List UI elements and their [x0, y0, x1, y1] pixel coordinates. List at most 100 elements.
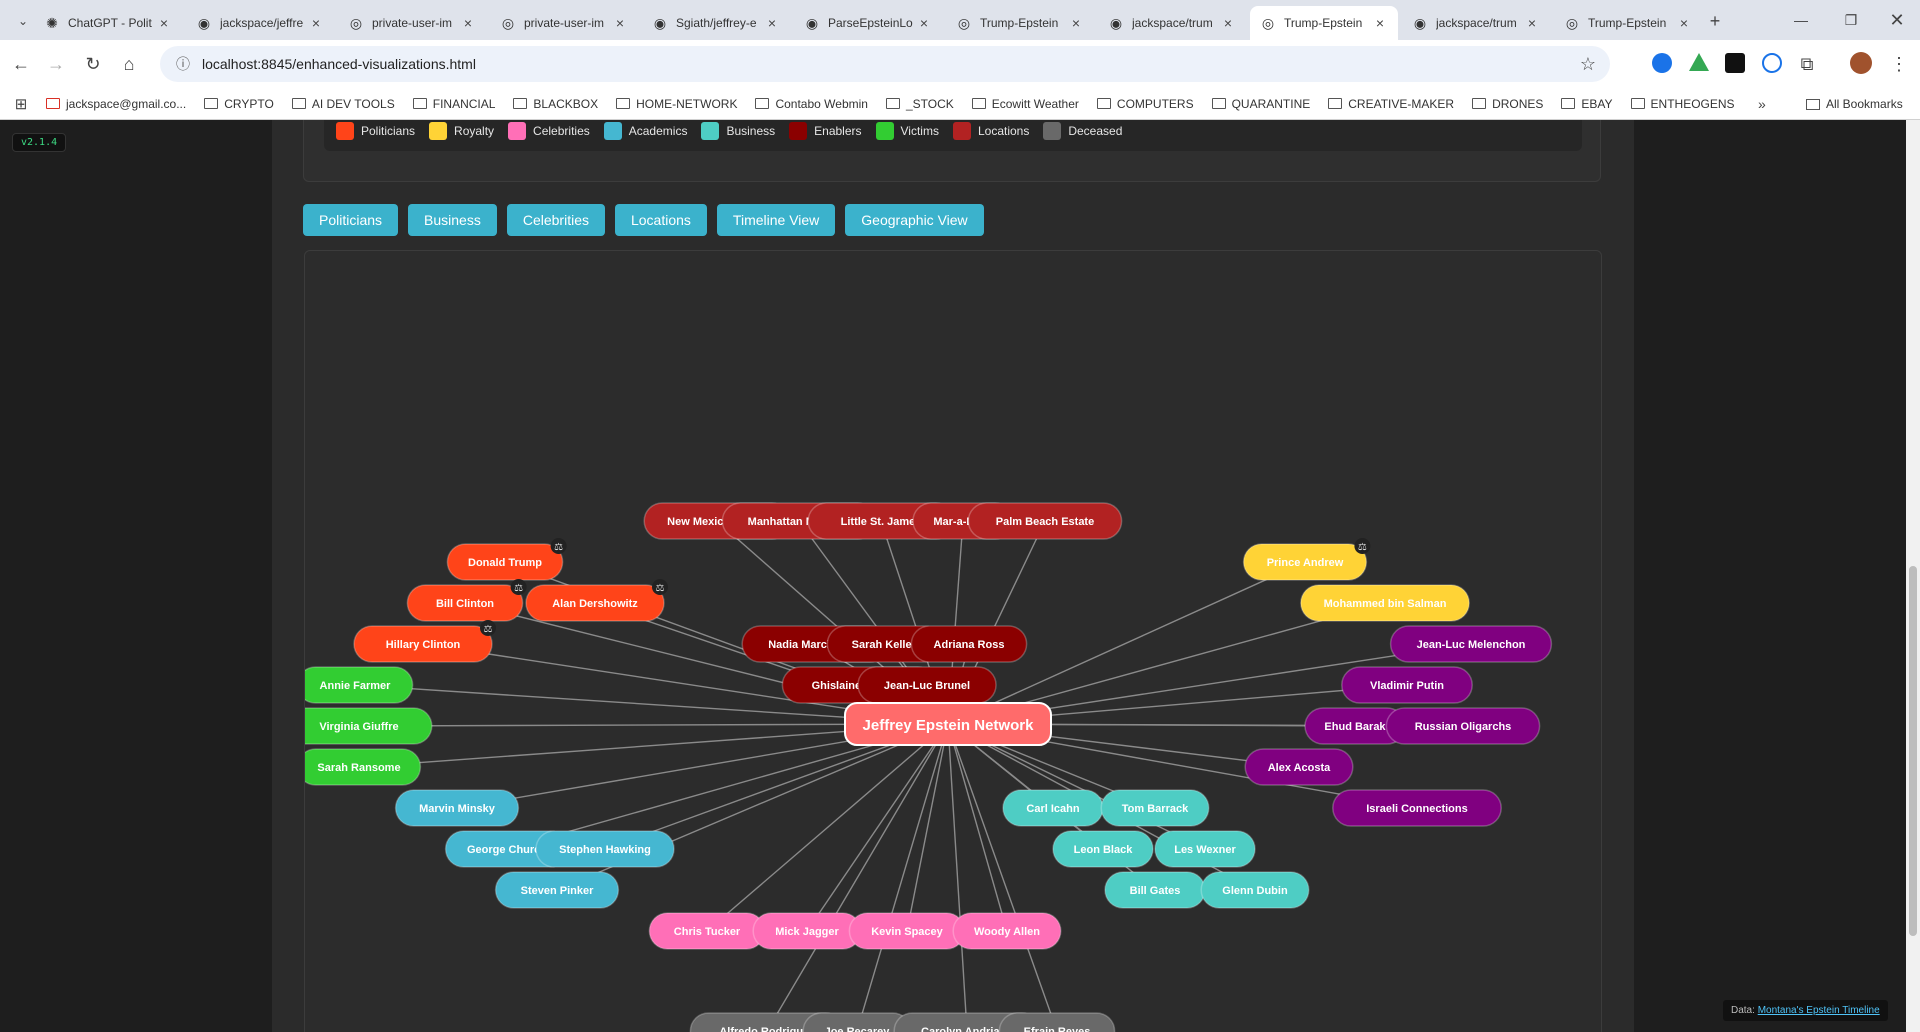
reload-icon[interactable]: ↻: [76, 47, 110, 81]
profile-avatar[interactable]: [1850, 52, 1872, 74]
browser-tab[interactable]: ◎ private-user-im ×: [490, 6, 638, 40]
forward-icon[interactable]: →: [39, 47, 73, 81]
close-tab-icon[interactable]: ×: [916, 15, 932, 31]
extension-icon-1[interactable]: [1652, 53, 1672, 73]
browser-tab[interactable]: ✺ ChatGPT - Polit ×: [34, 6, 182, 40]
network-node[interactable]: Chris Tucker: [648, 912, 766, 950]
network-node[interactable]: Mick Jagger: [752, 912, 862, 950]
browser-tab[interactable]: ◉ jackspace/jeffre ×: [186, 6, 334, 40]
network-visualization[interactable]: New Mexico Ranch Manhattan Mansion Little …: [304, 250, 1602, 1032]
network-node[interactable]: Hillary Clinton ⚖: [353, 620, 496, 663]
restore-icon[interactable]: ❐: [1834, 3, 1868, 37]
center-node[interactable]: Jeffrey Epstein Network: [844, 702, 1052, 746]
drive-extension-icon[interactable]: [1689, 53, 1709, 71]
network-node[interactable]: Tom Barrack: [1100, 789, 1210, 827]
home-icon[interactable]: ⌂: [112, 47, 146, 81]
bookmark-item[interactable]: QUARANTINE: [1211, 97, 1310, 111]
network-node[interactable]: Efrain Reyes: [998, 1012, 1116, 1032]
network-node[interactable]: Palm Beach Estate: [967, 502, 1123, 540]
bookmark-item[interactable]: ENTHEOGENS: [1630, 97, 1735, 111]
browser-tab[interactable]: ◉ Sgiath/jeffrey-e ×: [642, 6, 790, 40]
filter-button-timeline-view[interactable]: Timeline View: [716, 204, 836, 236]
network-node[interactable]: Woody Allen: [952, 912, 1062, 950]
network-node[interactable]: Donald Trump ⚖: [446, 538, 567, 581]
network-node[interactable]: Alan Dershowitz ⚖: [525, 579, 668, 622]
close-tab-icon[interactable]: ×: [1676, 15, 1692, 31]
network-node[interactable]: Marvin Minsky: [394, 789, 520, 827]
network-node[interactable]: Alex Acosta: [1244, 748, 1354, 786]
apps-grid-icon[interactable]: ⊞: [4, 87, 38, 121]
close-window-icon[interactable]: ✕: [1880, 3, 1914, 37]
bookmark-item[interactable]: CREATIVE-MAKER: [1328, 97, 1454, 111]
network-node[interactable]: Kevin Spacey: [848, 912, 966, 950]
network-node[interactable]: Stephen Hawking: [535, 830, 675, 868]
close-tab-icon[interactable]: ×: [156, 15, 172, 31]
network-node[interactable]: Vladimir Putin: [1341, 666, 1473, 704]
filter-button-business[interactable]: Business: [408, 204, 497, 236]
close-tab-icon[interactable]: ×: [1068, 15, 1084, 31]
bookmark-item[interactable]: _STOCK: [885, 97, 954, 111]
bookmark-item[interactable]: Ecowitt Weather: [971, 97, 1079, 111]
minimize-icon[interactable]: —: [1784, 3, 1818, 37]
network-node[interactable]: Sarah Ransome: [305, 748, 422, 786]
filter-button-geographic-view[interactable]: Geographic View: [845, 204, 984, 236]
extension-icon-4[interactable]: [1762, 53, 1782, 73]
bookmark-item[interactable]: jackspace@gmail.co...: [46, 97, 186, 111]
bookmarks-overflow-icon[interactable]: »: [1758, 96, 1766, 112]
address-bar[interactable]: ⓘ localhost:8845/enhanced-visualizations…: [160, 46, 1610, 82]
network-node[interactable]: Jean-Luc Melenchon: [1389, 625, 1553, 663]
close-tab-icon[interactable]: ×: [460, 15, 476, 31]
browser-tab[interactable]: ◎ private-user-im ×: [338, 6, 486, 40]
bookmark-item[interactable]: BLACKBOX: [513, 97, 598, 111]
page-scrollbar[interactable]: [1906, 120, 1920, 1032]
close-tab-icon[interactable]: ×: [1372, 15, 1388, 31]
network-node[interactable]: Steven Pinker: [494, 871, 620, 909]
browser-tab[interactable]: ◎ Trump-Epstein ×: [1250, 6, 1398, 40]
filter-button-celebrities[interactable]: Celebrities: [506, 204, 605, 236]
filter-button-locations[interactable]: Locations: [614, 204, 707, 236]
network-node[interactable]: Bill Gates: [1104, 871, 1206, 909]
close-tab-icon[interactable]: ×: [1220, 15, 1236, 31]
new-tab-icon[interactable]: +: [1698, 4, 1732, 38]
network-node[interactable]: Glenn Dubin: [1200, 871, 1310, 909]
bookmark-item[interactable]: HOME-NETWORK: [616, 97, 737, 111]
close-tab-icon[interactable]: ×: [612, 15, 628, 31]
close-tab-icon[interactable]: ×: [1524, 15, 1540, 31]
network-node[interactable]: Prince Andrew ⚖: [1242, 538, 1371, 581]
network-node[interactable]: Adriana Ross: [910, 625, 1028, 663]
browser-tab[interactable]: ◉ jackspace/trum ×: [1402, 6, 1550, 40]
network-node[interactable]: Bill Clinton ⚖: [406, 579, 527, 622]
bookmark-item[interactable]: EBAY: [1561, 97, 1613, 111]
data-source-link[interactable]: Montana's Epstein Timeline: [1758, 1005, 1880, 1016]
close-tab-icon[interactable]: ×: [764, 15, 780, 31]
extensions-puzzle-icon[interactable]: ⧉: [1790, 47, 1824, 81]
network-node[interactable]: Annie Farmer: [305, 666, 414, 704]
menu-kebab-icon[interactable]: ⋮: [1882, 47, 1916, 81]
close-tab-icon[interactable]: ×: [308, 15, 324, 31]
extension-icon-3[interactable]: [1725, 53, 1745, 73]
network-graph[interactable]: New Mexico RanchManhattan MansionLittle …: [305, 251, 1602, 1032]
network-node[interactable]: Israeli Connections: [1332, 789, 1502, 827]
network-node[interactable]: Virginia Giuffre: [305, 707, 433, 745]
site-info-icon[interactable]: ⓘ: [176, 54, 190, 74]
all-bookmarks[interactable]: All Bookmarks: [1806, 88, 1903, 120]
bookmark-item[interactable]: Contabo Webmin: [755, 97, 868, 111]
filter-button-politicians[interactable]: Politicians: [303, 204, 399, 236]
browser-tab[interactable]: ◎ Trump-Epstein ×: [946, 6, 1094, 40]
browser-tab[interactable]: ◎ Trump-Epstein ×: [1554, 6, 1702, 40]
network-node[interactable]: Les Wexner: [1154, 830, 1256, 868]
bookmark-item[interactable]: DRONES: [1472, 97, 1543, 111]
browser-tab[interactable]: ◉ ParseEpsteinLo ×: [794, 6, 942, 40]
scrollbar-thumb[interactable]: [1909, 566, 1917, 936]
network-node[interactable]: Jean-Luc Brunel: [857, 666, 997, 704]
bookmark-item[interactable]: COMPUTERS: [1096, 97, 1194, 111]
bookmark-item[interactable]: AI DEV TOOLS: [291, 97, 395, 111]
network-node[interactable]: Carl Icahn: [1002, 789, 1104, 827]
bookmark-item[interactable]: FINANCIAL: [412, 97, 495, 111]
back-icon[interactable]: ←: [4, 47, 38, 81]
bookmark-item[interactable]: CRYPTO: [204, 97, 274, 111]
network-node[interactable]: Leon Black: [1052, 830, 1154, 868]
network-node[interactable]: Russian Oligarchs: [1385, 707, 1541, 745]
network-node[interactable]: Mohammed bin Salman: [1300, 584, 1470, 622]
bookmark-star-icon[interactable]: ☆: [1580, 54, 1596, 75]
